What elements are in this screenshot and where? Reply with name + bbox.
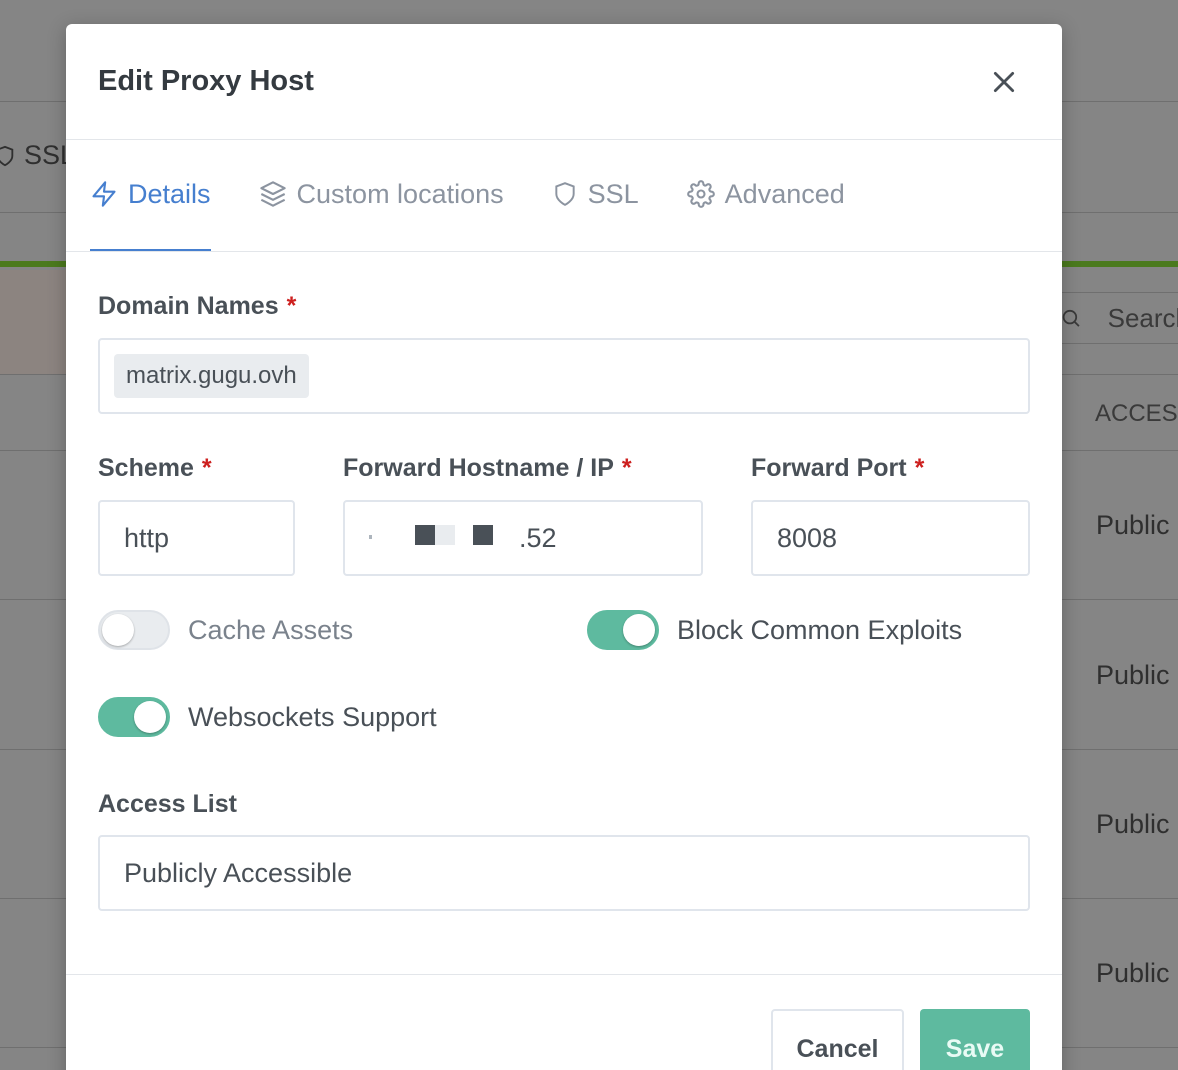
zap-icon <box>92 181 116 207</box>
shield-icon <box>0 145 14 166</box>
websockets-label: Websockets Support <box>188 701 437 732</box>
tab-details[interactable]: Details <box>90 139 211 251</box>
shield-icon <box>554 182 575 206</box>
cancel-button[interactable]: Cancel <box>771 1009 904 1070</box>
modal-body: Domain Names * matrix.gugu.ovh Scheme * … <box>66 252 1062 952</box>
cache-assets-toggle-row[interactable]: Cache Assets <box>98 610 353 650</box>
close-button[interactable] <box>986 64 1022 100</box>
tab-ssl[interactable]: SSL <box>552 139 639 251</box>
modal-header: Edit Proxy Host <box>66 24 1062 140</box>
tab-label: Custom locations <box>296 178 504 209</box>
background-row-value: Public <box>1096 510 1170 540</box>
background-search: Search <box>1060 292 1178 344</box>
domain-names-input[interactable]: matrix.gugu.ovh <box>98 338 1030 414</box>
forward-hostname-input[interactable]: .52 <box>343 500 703 576</box>
tab-label: Advanced <box>724 178 845 209</box>
close-icon <box>993 71 1015 92</box>
access-list-label: Access List <box>98 790 237 818</box>
block-exploits-label: Block Common Exploits <box>677 614 963 645</box>
edit-proxy-host-modal: Edit Proxy Host Details Custom locations… <box>66 24 1062 1070</box>
background-row-value: Public <box>1096 809 1170 839</box>
tab-label: SSL <box>587 178 639 209</box>
block-exploits-toggle-row[interactable]: Block Common Exploits <box>587 610 962 650</box>
forward-port-label: Forward Port * <box>751 454 925 482</box>
forward-port-input[interactable]: 8008 <box>751 500 1030 576</box>
background-column-header: ACCESS <box>1095 400 1178 427</box>
tab-label: Details <box>128 178 211 209</box>
websockets-toggle-row[interactable]: Websockets Support <box>98 697 437 737</box>
background-row-highlight <box>0 270 66 374</box>
background-tab-ssl: SSL <box>0 140 75 171</box>
access-list-select[interactable]: Publicly Accessible <box>98 835 1030 911</box>
forward-hostname-label: Forward Hostname / IP * <box>343 454 632 482</box>
modal-footer: Cancel Save <box>66 974 1062 1070</box>
background-row-value: Public <box>1096 660 1170 690</box>
scheme-select[interactable]: http <box>98 500 295 576</box>
cache-assets-label: Cache Assets <box>188 614 354 645</box>
background-row-value: Public <box>1096 958 1170 988</box>
modal-tabs: Details Custom locations SSL Advanced <box>66 140 1062 252</box>
redacted-ip-blocks <box>369 523 519 553</box>
cache-assets-toggle[interactable] <box>98 610 170 650</box>
gear-icon <box>686 180 715 208</box>
tab-advanced[interactable]: Advanced <box>686 139 845 251</box>
save-button[interactable]: Save <box>920 1009 1030 1070</box>
layers-icon <box>259 181 286 207</box>
tab-custom-locations[interactable]: Custom locations <box>259 139 504 251</box>
search-icon <box>1062 309 1080 327</box>
block-exploits-toggle[interactable] <box>587 610 659 650</box>
domain-tag[interactable]: matrix.gugu.ovh <box>114 354 309 398</box>
websockets-toggle[interactable] <box>98 697 170 737</box>
domain-names-label: Domain Names * <box>98 292 297 320</box>
modal-title: Edit Proxy Host <box>98 65 314 97</box>
scheme-label: Scheme * <box>98 454 212 482</box>
